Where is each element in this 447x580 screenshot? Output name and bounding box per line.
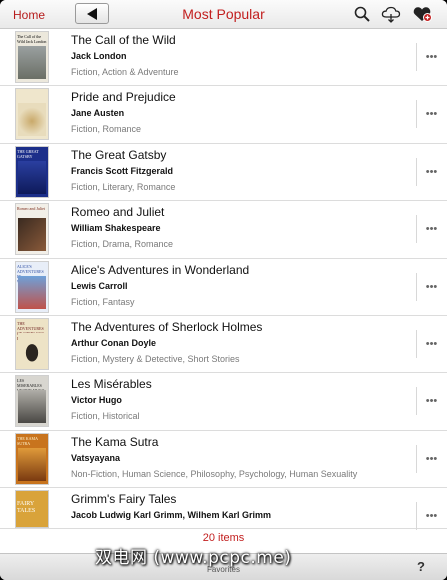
more-options-button[interactable]: ••• <box>416 100 446 129</box>
book-cover: Romeo and Juliet <box>15 203 49 256</box>
more-options-button[interactable]: ••• <box>416 330 446 358</box>
favorite-icon[interactable] <box>413 6 432 23</box>
more-options-button[interactable]: ••• <box>416 272 446 301</box>
more-options-button[interactable]: ••• <box>416 157 446 186</box>
book-genres: Non-Fiction, Human Science, Philosophy, … <box>71 468 358 479</box>
book-title: The Adventures of Sherlock Holmes <box>71 320 263 334</box>
more-options-button[interactable]: ••• <box>416 502 446 531</box>
book-author: Jack London <box>71 51 127 61</box>
book-row[interactable]: THE GREAT GATSBY The Great Gatsby Franci… <box>0 144 447 202</box>
book-genres: Fiction, Drama, Romance <box>71 239 174 250</box>
cover-text: THE KAMA SUTRA <box>17 435 38 446</box>
book-row[interactable]: The Call of the Wild Jack London The Cal… <box>0 29 447 87</box>
book-title: Romeo and Juliet <box>71 205 165 220</box>
back-button[interactable] <box>75 3 109 24</box>
book-genres: Fiction, Action & Adventure <box>71 67 179 77</box>
book-cover: FAIRY TALES <box>15 490 49 529</box>
book-row[interactable]: THE ADVENTURES OF SHERLOCK HOLMES The Ad… <box>0 316 447 374</box>
book-author: Victor Hugo <box>71 395 122 406</box>
book-title: The Great Gatsby <box>71 147 167 162</box>
book-row[interactable]: LES MISERABLES VICTOR HUGO Les Misérable… <box>0 373 447 431</box>
book-author: Jacob Ludwig Karl Grimm, Wilhem Karl Gri… <box>71 510 271 521</box>
cloud-icon[interactable] <box>381 6 401 23</box>
book-genres: Fiction, Romance <box>71 124 142 135</box>
cover-text: FAIRY TALES <box>17 501 36 515</box>
book-author: Vatsyayana <box>71 452 121 463</box>
more-options-button[interactable]: ••• <box>416 43 446 71</box>
more-options-button[interactable]: ••• <box>416 444 446 473</box>
book-cover <box>15 88 49 141</box>
more-options-button[interactable]: ••• <box>416 387 446 416</box>
more-options-button[interactable]: ••• <box>416 215 446 244</box>
book-row[interactable]: Romeo and Juliet Romeo and Juliet Willia… <box>0 201 447 259</box>
watermark-text: 双电网 (www.pcpc.me) <box>95 548 292 568</box>
book-list: The Call of the Wild Jack London The Cal… <box>0 29 447 531</box>
page-title: Most Popular <box>182 6 265 22</box>
book-genres: Fiction, Literary, Romance <box>71 181 176 192</box>
book-row[interactable]: Pride and Prejudice Jane Austen Fiction,… <box>0 86 447 144</box>
book-author: Arthur Conan Doyle <box>71 338 157 348</box>
book-row[interactable]: ALICE'S ADVENTURES IN WONDERLAND Alice's… <box>0 259 447 316</box>
book-row[interactable]: FAIRY TALES Grimm's Fairy Tales Jacob Lu… <box>0 488 447 531</box>
book-cover: ALICE'S ADVENTURES IN WONDERLAND <box>15 260 49 313</box>
book-title: The Call of the Wild <box>71 33 176 47</box>
back-arrow-icon <box>87 8 97 20</box>
cover-text: The Call of the Wild Jack London <box>17 34 47 44</box>
book-cover: THE KAMA SUTRA <box>15 432 49 485</box>
search-icon[interactable] <box>354 6 370 22</box>
book-title: Pride and Prejudice <box>71 90 176 105</box>
cover-text: THE GREAT GATSBY <box>17 148 39 159</box>
app-window: Home Most Popular The Call of the Wild J… <box>0 0 447 580</box>
navigation-bar: Home Most Popular <box>0 0 447 29</box>
book-cover: THE ADVENTURES OF SHERLOCK HOLMES <box>15 318 49 370</box>
book-author: Francis Scott Fitzgerald <box>71 165 174 176</box>
help-icon[interactable]: ? <box>417 559 425 574</box>
book-cover: LES MISERABLES VICTOR HUGO <box>15 375 49 428</box>
book-author: Lewis Carroll <box>71 280 128 291</box>
book-genres: Fiction, Mystery & Detective, Short Stor… <box>71 354 240 364</box>
book-title: Grimm's Fairy Tales <box>71 492 177 507</box>
book-title: The Kama Sutra <box>71 434 159 449</box>
book-cover: The Call of the Wild Jack London <box>15 31 49 83</box>
book-genres: Fiction, Historical <box>71 411 140 422</box>
book-author: Jane Austen <box>71 108 125 119</box>
home-button[interactable]: Home <box>13 8 45 22</box>
book-row[interactable]: THE KAMA SUTRA The Kama Sutra Vatsyayana… <box>0 431 447 489</box>
book-cover: THE GREAT GATSBY <box>15 145 49 198</box>
book-author: William Shakespeare <box>71 223 161 234</box>
book-genres: Fiction, Fantasy <box>71 296 135 307</box>
book-title: Les Misérables <box>71 377 152 392</box>
cover-text: Romeo and Juliet <box>17 206 45 212</box>
book-title: Alice's Adventures in Wonderland <box>71 262 250 277</box>
